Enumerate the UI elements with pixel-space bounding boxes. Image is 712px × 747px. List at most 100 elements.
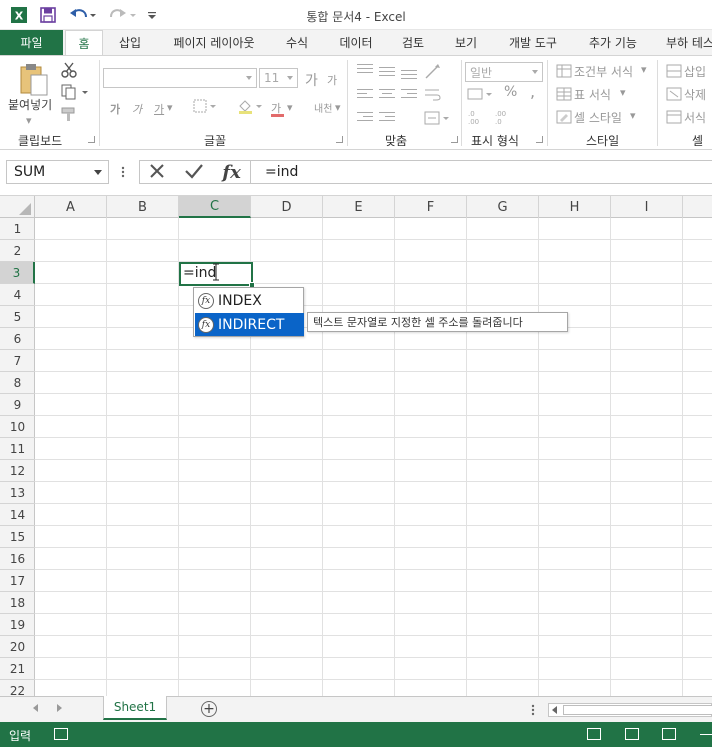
- format-as-table-icon[interactable]: [556, 87, 572, 101]
- column-header-c[interactable]: C: [179, 196, 251, 218]
- row-header-2[interactable]: 2: [0, 240, 35, 262]
- row-header-5[interactable]: 5: [0, 306, 35, 328]
- scroll-left-icon[interactable]: [552, 706, 557, 714]
- normal-view-icon[interactable]: [587, 728, 601, 740]
- next-sheet-icon[interactable]: [57, 704, 62, 712]
- cut-icon[interactable]: [60, 61, 78, 79]
- row-header-20[interactable]: 20: [0, 636, 35, 658]
- row-header-7[interactable]: 7: [0, 350, 35, 372]
- insert-function-button[interactable]: fx: [222, 162, 240, 183]
- align-bottom-icon[interactable]: [401, 70, 417, 82]
- tab-page-layout[interactable]: 페이지 레이아웃: [163, 30, 265, 55]
- column-header-i[interactable]: I: [611, 196, 683, 218]
- row-header-22[interactable]: 22: [0, 680, 35, 697]
- row-header-21[interactable]: 21: [0, 658, 35, 680]
- enter-icon[interactable]: [184, 162, 204, 183]
- phonetic-dropdown-icon[interactable]: ▾: [335, 101, 341, 114]
- tab-data[interactable]: 데이터: [330, 30, 382, 55]
- cancel-icon[interactable]: [148, 162, 166, 183]
- row-header-11[interactable]: 11: [0, 438, 35, 460]
- decrease-indent-icon[interactable]: [357, 112, 373, 124]
- tab-splitter-icon[interactable]: [531, 703, 535, 717]
- tab-view[interactable]: 보기: [445, 30, 487, 55]
- row-header-13[interactable]: 13: [0, 482, 35, 504]
- row-header-10[interactable]: 10: [0, 416, 35, 438]
- increase-indent-icon[interactable]: [379, 112, 395, 124]
- font-launcher-icon[interactable]: [336, 136, 343, 143]
- wrap-text-icon[interactable]: [424, 87, 442, 103]
- orientation-icon[interactable]: [424, 62, 442, 80]
- tab-insert[interactable]: 삽입: [107, 30, 153, 55]
- underline-button[interactable]: 가: [154, 101, 164, 117]
- row-header-9[interactable]: 9: [0, 394, 35, 416]
- format-as-table-dropdown-icon[interactable]: ▾: [620, 86, 626, 99]
- insert-cells-icon[interactable]: [666, 64, 682, 78]
- underline-dropdown-icon[interactable]: ▾: [167, 101, 173, 114]
- row-header-3[interactable]: 3: [0, 262, 35, 284]
- decrease-decimal-icon[interactable]: .00.0: [494, 109, 514, 126]
- row-header-19[interactable]: 19: [0, 614, 35, 636]
- paste-button[interactable]: 붙여넣기: [8, 96, 52, 113]
- column-header-b[interactable]: B: [107, 196, 179, 218]
- row-header-12[interactable]: 12: [0, 460, 35, 482]
- comma-style-button[interactable]: ,: [530, 82, 535, 101]
- paste-dropdown-icon[interactable]: ▾: [26, 114, 32, 127]
- shrink-font-button[interactable]: 가: [327, 72, 337, 88]
- tab-developer[interactable]: 개발 도구: [500, 30, 566, 55]
- horizontal-scrollbar[interactable]: [548, 703, 712, 717]
- formula-bar-grip-icon[interactable]: [121, 165, 125, 179]
- column-header-f[interactable]: F: [395, 196, 467, 218]
- autocomplete-item-index[interactable]: fx INDEX: [195, 289, 304, 312]
- cell-styles-icon[interactable]: [556, 110, 572, 124]
- prev-sheet-icon[interactable]: [33, 704, 38, 712]
- column-header-h[interactable]: H: [539, 196, 611, 218]
- align-top-icon[interactable]: [357, 64, 373, 76]
- cell-styles-button[interactable]: 셀 스타일: [574, 109, 622, 126]
- column-header-a[interactable]: A: [35, 196, 107, 218]
- row-header-18[interactable]: 18: [0, 592, 35, 614]
- insert-cells-button[interactable]: 삽입: [684, 63, 706, 80]
- tab-load-test[interactable]: 부하 테스: [660, 30, 712, 55]
- name-box[interactable]: SUM: [6, 160, 109, 184]
- grow-font-button[interactable]: 가: [305, 70, 318, 90]
- conditional-formatting-button[interactable]: 조건부 서식: [574, 63, 633, 80]
- macro-record-icon[interactable]: [54, 728, 68, 740]
- conditional-formatting-icon[interactable]: [556, 64, 572, 78]
- percent-style-button[interactable]: %: [504, 84, 517, 100]
- tab-file[interactable]: 파일: [0, 30, 63, 55]
- column-header-d[interactable]: D: [251, 196, 323, 218]
- conditional-formatting-dropdown-icon[interactable]: ▾: [641, 63, 647, 76]
- copy-icon[interactable]: [60, 84, 90, 100]
- row-header-8[interactable]: 8: [0, 372, 35, 394]
- format-painter-icon[interactable]: [60, 106, 78, 122]
- tab-review[interactable]: 검토: [392, 30, 434, 55]
- font-color-dropdown-icon[interactable]: ▾: [287, 101, 293, 114]
- row-header-15[interactable]: 15: [0, 526, 35, 548]
- align-middle-icon[interactable]: [379, 67, 395, 79]
- formula-text[interactable]: =ind: [265, 164, 298, 180]
- row-header-1[interactable]: 1: [0, 218, 35, 240]
- increase-decimal-icon[interactable]: .0.00: [467, 109, 487, 126]
- tab-formulas[interactable]: 수식: [276, 30, 318, 55]
- tab-add-ins[interactable]: 추가 기능: [580, 30, 646, 55]
- add-sheet-button[interactable]: +: [201, 701, 217, 717]
- number-launcher-icon[interactable]: [536, 136, 543, 143]
- align-center-icon[interactable]: [379, 89, 395, 101]
- worksheet-grid[interactable]: ABCDEFGHI 1 2 3 4 5 6 7 8 9 10 11 12 13 14 15 16 17 18 19 2…: [0, 196, 712, 696]
- row-header-14[interactable]: 14: [0, 504, 35, 526]
- cell-styles-dropdown-icon[interactable]: ▾: [630, 109, 636, 122]
- delete-cells-icon[interactable]: [666, 87, 682, 101]
- row-header-16[interactable]: 16: [0, 548, 35, 570]
- bold-button[interactable]: 가: [110, 101, 120, 117]
- scroll-thumb[interactable]: [563, 705, 712, 715]
- format-cells-button[interactable]: 서식: [684, 109, 706, 126]
- cell-area[interactable]: [35, 218, 712, 696]
- paste-icon[interactable]: [18, 62, 50, 98]
- autocomplete-item-indirect[interactable]: fx INDIRECT: [195, 313, 304, 336]
- align-right-icon[interactable]: [401, 89, 417, 101]
- column-header-e[interactable]: E: [323, 196, 395, 218]
- merge-center-icon[interactable]: [424, 110, 450, 126]
- delete-cells-button[interactable]: 삭제: [684, 86, 706, 103]
- align-left-icon[interactable]: [357, 89, 373, 101]
- select-all-button[interactable]: [0, 196, 35, 218]
